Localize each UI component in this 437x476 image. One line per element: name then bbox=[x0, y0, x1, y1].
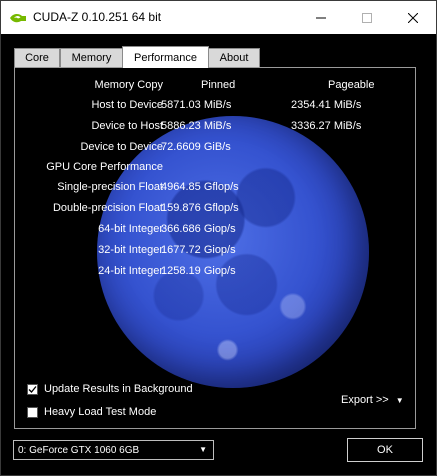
pinned-value: 72.6609 GiB/s bbox=[161, 141, 231, 153]
table-row: Device to Host 5886.23 MiB/s 3336.27 MiB… bbox=[15, 120, 415, 136]
performance-panel: Memory Copy Pinned Pageable Host to Devi… bbox=[14, 67, 416, 429]
nvidia-logo-icon bbox=[9, 12, 27, 24]
pinned-value: 1677.72 Giop/s bbox=[161, 244, 236, 256]
pinned-value: 5886.23 MiB/s bbox=[161, 120, 232, 132]
table-row: Double-precision Float 159.876 Gflop/s bbox=[15, 202, 415, 218]
table-header: Memory Copy Pinned Pageable bbox=[15, 79, 415, 95]
pageable-value: 2354.41 MiB/s bbox=[291, 99, 362, 111]
minimize-button[interactable] bbox=[298, 1, 344, 34]
section-label: GPU Core Performance bbox=[46, 161, 163, 173]
row-label: Host to Device bbox=[91, 99, 163, 111]
gpu-select-value: 0: GeForce GTX 1060 6GB bbox=[18, 444, 140, 456]
pinned-value: 159.876 Gflop/s bbox=[161, 202, 239, 214]
checkbox-label: Update Results in Background bbox=[44, 383, 193, 395]
table-row: 64-bit Integer 366.686 Giop/s bbox=[15, 223, 415, 239]
row-label: Device to Host bbox=[91, 120, 163, 132]
pageable-value: 3336.27 MiB/s bbox=[291, 120, 362, 132]
update-background-checkbox[interactable]: Update Results in Background bbox=[27, 381, 197, 397]
tab-performance[interactable]: Performance bbox=[122, 46, 209, 68]
row-label: Double-precision Float bbox=[52, 202, 163, 214]
checkbox-label: Heavy Load Test Mode bbox=[44, 406, 157, 418]
ok-button[interactable]: OK bbox=[347, 438, 423, 462]
export-label: Export >> bbox=[341, 394, 389, 406]
row-label: Device to Device bbox=[80, 141, 163, 153]
close-button[interactable] bbox=[390, 1, 436, 34]
window-title: CUDA-Z 0.10.251 64 bit bbox=[33, 10, 162, 24]
maximize-button[interactable] bbox=[344, 1, 390, 34]
checkbox-unchecked-icon bbox=[27, 406, 38, 418]
tab-about[interactable]: About bbox=[208, 48, 260, 67]
dropdown-arrow-icon: ▼ bbox=[395, 395, 404, 405]
table-row: GPU Core Performance bbox=[15, 161, 415, 177]
tab-core[interactable]: Core bbox=[14, 48, 60, 67]
table-row: Single-precision Float 4964.85 Gflop/s bbox=[15, 181, 415, 197]
app-window: CUDA-Z 0.10.251 64 bit Core Memory Perfo… bbox=[0, 0, 437, 476]
pinned-value: 5871.03 MiB/s bbox=[161, 99, 232, 111]
pinned-value: 4964.85 Gflop/s bbox=[161, 181, 239, 193]
table-row: 24-bit Integer 1258.19 Giop/s bbox=[15, 265, 415, 281]
export-button[interactable]: Export >> ▼ bbox=[341, 394, 404, 406]
title-bar: CUDA-Z 0.10.251 64 bit bbox=[1, 1, 436, 34]
pinned-value: 1258.19 Giop/s bbox=[161, 265, 236, 277]
pinned-header: Pinned bbox=[201, 79, 236, 91]
tab-strip: Core Memory Performance About bbox=[1, 34, 436, 68]
row-label: 32-bit Integer bbox=[98, 244, 163, 256]
pinned-value: 366.686 Giop/s bbox=[161, 223, 236, 235]
table-row: Host to Device 5871.03 MiB/s 2354.41 MiB… bbox=[15, 99, 415, 115]
pageable-header: Pageable bbox=[328, 79, 375, 91]
table-row: Device to Device 72.6609 GiB/s bbox=[15, 141, 415, 157]
row-label: 24-bit Integer bbox=[98, 265, 163, 277]
table-row: 32-bit Integer 1677.72 Giop/s bbox=[15, 244, 415, 260]
row-label: Single-precision Float bbox=[57, 181, 163, 193]
memory-copy-header: Memory Copy bbox=[94, 79, 163, 91]
tab-memory[interactable]: Memory bbox=[60, 48, 123, 67]
row-label: 64-bit Integer bbox=[98, 223, 163, 235]
chevron-down-icon: ▼ bbox=[199, 445, 207, 454]
checkbox-checked-icon bbox=[27, 383, 38, 395]
heavy-load-checkbox[interactable]: Heavy Load Test Mode bbox=[27, 404, 197, 420]
gpu-select[interactable]: 0: GeForce GTX 1060 6GB ▼ bbox=[13, 440, 214, 460]
